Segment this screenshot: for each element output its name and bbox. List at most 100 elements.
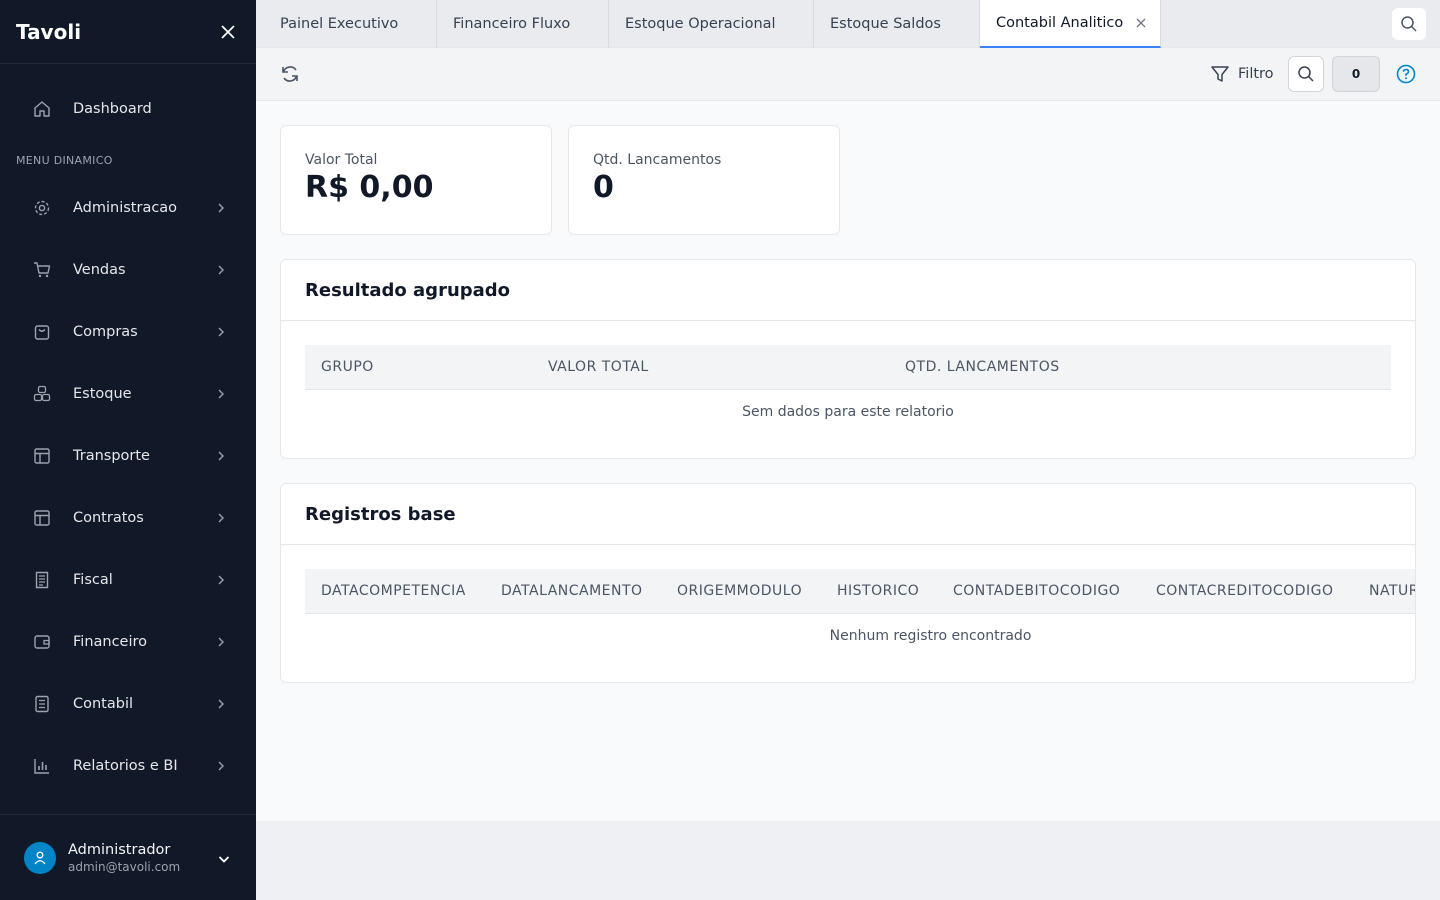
chevron-right-icon xyxy=(218,265,224,275)
ledger-icon xyxy=(32,694,52,714)
grouped-table: GRUPO VALOR TOTAL QTD. LANCAMENTOS Sem d… xyxy=(305,345,1391,434)
column-header-contadebitocodigo[interactable]: CONTADEBITOCODIGO xyxy=(953,569,1120,613)
layout-icon xyxy=(32,508,52,528)
tab-estoque-operacional[interactable]: Estoque Operacional xyxy=(609,0,814,48)
column-header-datalancamento[interactable]: DATALANCAMENTO xyxy=(501,569,643,613)
chevron-right-icon xyxy=(218,451,224,461)
tab-estoque-saldos[interactable]: Estoque Saldos xyxy=(814,0,980,48)
bag-icon xyxy=(32,322,52,342)
tab-contabil-analitico[interactable]: Contabil Analitico xyxy=(980,0,1161,48)
sidebar-item-contratos[interactable]: Contratos xyxy=(16,496,240,540)
sidebar-item-label: Compras xyxy=(73,324,138,340)
user-info: Administrador admin@tavoli.com xyxy=(68,842,180,874)
chevron-right-icon xyxy=(218,513,224,523)
sidebar-item-relatorios[interactable]: Relatorios e BI xyxy=(16,744,240,788)
sidebar-item-transporte[interactable]: Transporte xyxy=(16,434,240,478)
stat-card-qtd-lancamentos: Qtd. Lancamentos 0 xyxy=(568,125,840,235)
chevron-right-icon xyxy=(218,203,224,213)
stat-value: R$ 0,00 xyxy=(305,170,434,205)
sidebar-item-estoque[interactable]: Estoque xyxy=(16,372,240,416)
stat-card-valor-total: Valor Total R$ 0,00 xyxy=(280,125,552,235)
sidebar-item-vendas[interactable]: Vendas xyxy=(16,248,240,292)
sidebar-item-label: Financeiro xyxy=(73,634,148,650)
column-header-valor-total[interactable]: VALOR TOTAL xyxy=(548,345,649,389)
close-icon xyxy=(1136,18,1146,28)
sidebar-item-label: Vendas xyxy=(73,262,126,278)
grouped-result-panel: Resultado agrupado GRUPO VALOR TOTAL QTD… xyxy=(280,259,1416,459)
boxes-icon xyxy=(32,384,52,404)
refresh-icon[interactable] xyxy=(280,64,300,84)
column-header-qtd-lancamentos[interactable]: QTD. LANCAMENTOS xyxy=(905,345,1060,389)
help-icon[interactable] xyxy=(1396,64,1416,84)
filter-icon xyxy=(1211,66,1229,82)
sidebar-item-label: Relatorios e BI xyxy=(73,758,178,774)
records-table: DATACOMPETENCIA DATALANCAMENTO ORIGEMMOD… xyxy=(305,569,1415,658)
layout-icon xyxy=(32,446,52,466)
base-records-panel: Registros base DATACOMPETENCIA DATALANCA… xyxy=(280,483,1416,683)
sidebar-item-compras[interactable]: Compras xyxy=(16,310,240,354)
tab-label: Estoque Saldos xyxy=(830,16,941,32)
brand-bar: Tavoli xyxy=(0,0,256,64)
chevron-right-icon xyxy=(218,327,224,337)
chevron-right-icon xyxy=(218,637,224,647)
chevron-right-icon xyxy=(218,575,224,585)
user-icon xyxy=(34,851,46,864)
sidebar-item-label: Fiscal xyxy=(73,572,113,588)
tab-label: Contabil Analitico xyxy=(996,15,1124,31)
tab-bar: Painel Executivo Financeiro Fluxo Estoqu… xyxy=(256,0,1440,48)
stat-label: Valor Total xyxy=(305,152,378,168)
sidebar: Tavoli Dashboard MENU DINAMICO Administr… xyxy=(0,0,256,900)
filter-button[interactable]: Filtro xyxy=(1210,62,1274,86)
column-header-grupo[interactable]: GRUPO xyxy=(321,345,374,389)
stat-value: 0 xyxy=(593,170,614,205)
close-tab-button[interactable] xyxy=(1135,17,1147,29)
avatar xyxy=(24,841,56,874)
receipt-icon xyxy=(32,570,52,590)
search-button[interactable] xyxy=(1288,56,1324,92)
chevron-right-icon xyxy=(218,389,224,399)
sidebar-item-financeiro[interactable]: Financeiro xyxy=(16,620,240,664)
stat-label: Qtd. Lancamentos xyxy=(593,152,722,168)
user-menu[interactable]: Administrador admin@tavoli.com xyxy=(0,814,256,900)
close-sidebar-button[interactable] xyxy=(216,20,240,44)
column-header-historico[interactable]: HISTORICO xyxy=(837,569,919,613)
wallet-icon xyxy=(32,632,52,652)
tab-financeiro-fluxo[interactable]: Financeiro Fluxo xyxy=(437,0,609,48)
tab-label: Financeiro Fluxo xyxy=(453,16,571,32)
search-icon xyxy=(1401,16,1417,32)
sidebar-item-label: Dashboard xyxy=(73,101,152,117)
table-header: DATACOMPETENCIA DATALANCAMENTO ORIGEMMOD… xyxy=(305,569,1415,614)
toolbar: Filtro 0 xyxy=(256,48,1440,101)
bar-chart-icon xyxy=(32,756,52,776)
column-header-origemmodulo[interactable]: ORIGEMMODULO xyxy=(677,569,802,613)
column-header-natureza[interactable]: NATUR xyxy=(1369,569,1415,613)
sidebar-item-label: Contabil xyxy=(73,696,134,712)
column-header-contacreditocodigo[interactable]: CONTACREDITOCODIGO xyxy=(1156,569,1333,613)
tab-label: Painel Executivo xyxy=(280,16,399,32)
cart-icon xyxy=(32,260,52,280)
home-icon xyxy=(32,99,52,119)
count-badge-button[interactable]: 0 xyxy=(1332,56,1380,92)
empty-state: Nenhum registro encontrado xyxy=(829,628,1032,644)
sidebar-item-fiscal[interactable]: Fiscal xyxy=(16,558,240,602)
tab-painel-executivo[interactable]: Painel Executivo xyxy=(256,0,437,48)
empty-state: Sem dados para este relatorio xyxy=(742,404,954,420)
sidebar-item-administracao[interactable]: Administracao xyxy=(16,186,240,230)
column-header-datacompetencia[interactable]: DATACOMPETENCIA xyxy=(321,569,466,613)
sidebar-item-contabil[interactable]: Contabil xyxy=(16,682,240,726)
gear-icon xyxy=(32,198,52,218)
main-content: Valor Total R$ 0,00 Qtd. Lancamentos 0 R… xyxy=(256,101,1440,821)
sidebar-item-label: Transporte xyxy=(73,448,150,464)
chevron-down-icon[interactable] xyxy=(216,851,232,867)
search-icon xyxy=(1298,66,1314,82)
filter-label: Filtro xyxy=(1238,66,1274,82)
chevron-right-icon xyxy=(218,761,224,771)
sidebar-item-dashboard[interactable]: Dashboard xyxy=(16,87,240,131)
close-icon xyxy=(221,24,235,39)
menu-heading: MENU DINAMICO xyxy=(16,154,113,167)
table-header: GRUPO VALOR TOTAL QTD. LANCAMENTOS xyxy=(305,345,1391,390)
user-email: admin@tavoli.com xyxy=(68,859,181,874)
tab-search-button[interactable] xyxy=(1392,8,1426,40)
app-title: Tavoli xyxy=(16,19,82,44)
tab-label: Estoque Operacional xyxy=(625,16,776,32)
